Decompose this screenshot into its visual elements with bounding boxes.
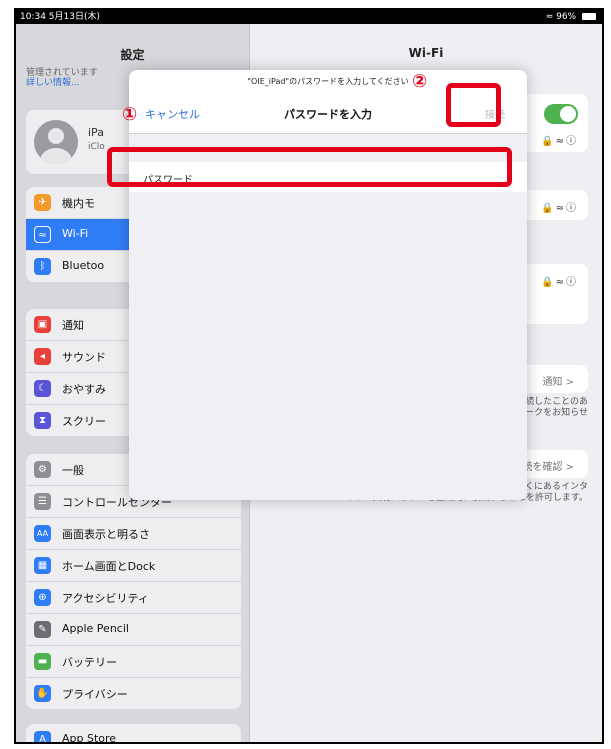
sidebar-item-apple-pencil[interactable]: ✎ Apple Pencil <box>26 614 241 646</box>
detail-title: Wi-Fi <box>408 46 444 60</box>
sidebar-item-label: サウンド <box>62 351 106 364</box>
sidebar-item-label: Wi-Fi <box>62 227 89 240</box>
ipad-screen: 10:34 5月13日(木) ≈ 96% 設定 管理されています 詳しい情報..… <box>14 8 604 744</box>
bluetooth-icon: ᛒ <box>34 258 51 275</box>
airplane-icon: ✈ <box>34 194 51 211</box>
sidebar-item-app-store[interactable]: A App Store <box>26 724 241 744</box>
network-status-icons: 🔒≈ⓘ <box>541 277 578 288</box>
managed-more-link[interactable]: 詳しい情報... <box>26 78 98 88</box>
sidebar-item-label: Bluetoo <box>62 259 105 272</box>
pencil-icon: ✎ <box>34 621 51 638</box>
step-2-marker: ② <box>412 71 428 92</box>
sidebar-item-label: 機内モ <box>62 197 95 210</box>
wifi-toggle[interactable] <box>544 104 578 124</box>
gear-icon: ⚙ <box>34 461 51 478</box>
sidebar-item-home-screen[interactable]: ▦ ホーム画面とDock <box>26 550 241 582</box>
sidebar-item-label: 画面表示と明るさ <box>62 528 150 541</box>
sidebar-item-label: スクリー <box>62 415 106 428</box>
hand-icon: ✋ <box>34 685 51 702</box>
display-icon: AA <box>34 525 51 542</box>
profile-name: iPa <box>88 126 104 139</box>
sidebar-item-label: 一般 <box>62 464 84 477</box>
sidebar-item-label: Apple Pencil <box>62 622 129 635</box>
sidebar-item-label: バッテリー <box>62 656 117 669</box>
battery-percent: 96% <box>556 12 577 22</box>
sidebar-item-privacy[interactable]: ✋ プライバシー <box>26 678 241 709</box>
status-right: ≈ 96% <box>546 10 596 24</box>
dialog-body: パスワード <box>129 134 527 500</box>
password-dialog: "OIE_iPad"のパスワードを入力してください キャンセル パスワードを入力… <box>129 70 527 500</box>
wifi-status-icon: ≈ <box>545 12 554 22</box>
sidebar-item-accessibility[interactable]: ⊕ アクセシビリティ <box>26 582 241 614</box>
network-status-icons: 🔒≈ⓘ <box>541 203 578 214</box>
sidebar-item-label: プライバシー <box>62 688 128 701</box>
battery-icon: ▬ <box>34 653 51 670</box>
sidebar-item-label: 通知 <box>62 319 84 332</box>
avatar <box>34 120 78 164</box>
hourglass-icon: ⧗ <box>34 412 51 429</box>
sidebar-item-label: App Store <box>62 732 117 744</box>
notifications-icon: ▣ <box>34 316 51 333</box>
highlight-connect-button <box>446 83 501 127</box>
highlight-password-field <box>107 147 512 187</box>
control-center-icon: ☰ <box>34 493 51 510</box>
sidebar-group-store: A App Store <box>26 724 241 744</box>
status-time: 10:34 5月13日(木) <box>20 12 100 22</box>
notify-value: 通知 > <box>542 377 574 388</box>
managed-text: 管理されています <box>26 68 98 78</box>
accessibility-icon: ⊕ <box>34 589 51 606</box>
sidebar-item-label: ホーム画面とDock <box>62 560 156 573</box>
moon-icon: ☾ <box>34 380 51 397</box>
managed-notice: 管理されています 詳しい情報... <box>26 68 98 88</box>
network-status-icons: 🔒≈ⓘ <box>541 136 578 147</box>
wifi-icon: ≈ <box>34 226 51 243</box>
sidebar-item-display[interactable]: AA 画面表示と明るさ <box>26 518 241 550</box>
app-store-icon: A <box>34 731 51 742</box>
battery-icon <box>582 13 596 20</box>
sound-icon: ◂ <box>34 348 51 365</box>
sidebar-item-battery[interactable]: ▬ バッテリー <box>26 646 241 678</box>
sidebar-item-label: アクセシビリティ <box>62 592 149 605</box>
step-1-marker: ① <box>122 104 138 125</box>
home-screen-icon: ▦ <box>34 557 51 574</box>
profile-subtitle: iClo <box>88 142 105 152</box>
status-bar: 10:34 5月13日(木) ≈ 96% <box>16 10 602 24</box>
sidebar-item-label: おやすみ <box>62 383 106 396</box>
sidebar-title: 設定 <box>120 48 145 62</box>
